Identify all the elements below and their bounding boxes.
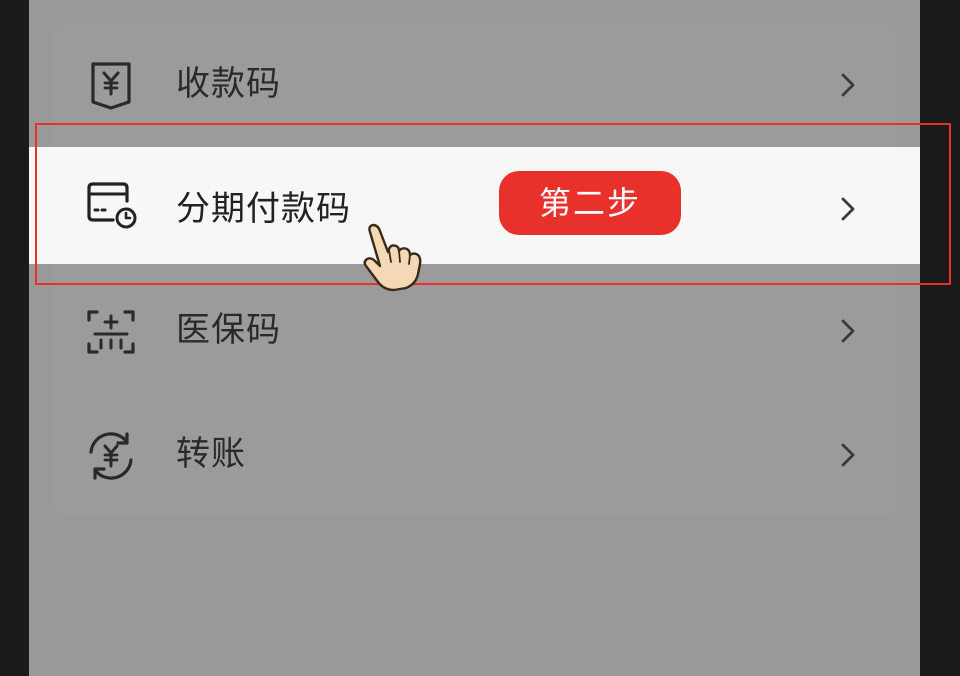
chevron-right-icon [837, 442, 859, 468]
chevron-right-icon [837, 318, 859, 344]
yuan-transfer-icon [83, 428, 139, 484]
menu-item-installment-code[interactable]: 分期付款码 第二步 [29, 147, 920, 264]
phone-screen: 收款码 分期付款码 第二步 医保码 转账 [29, 0, 920, 676]
menu-item-medical-insurance-code[interactable]: 医保码 [29, 270, 920, 392]
hand-pointer-icon [358, 222, 438, 294]
card-clock-icon [83, 177, 139, 233]
menu-item-receive-code[interactable]: 收款码 [29, 24, 920, 146]
menu-item-transfer[interactable]: 转账 [29, 394, 920, 516]
menu-item-label: 转账 [176, 434, 246, 474]
menu-item-label: 收款码 [176, 64, 281, 104]
medical-scan-icon [83, 304, 139, 360]
menu-item-label: 医保码 [176, 310, 281, 350]
chevron-right-icon [837, 72, 859, 98]
yuan-receipt-icon [83, 56, 139, 112]
menu-item-label: 分期付款码 [176, 189, 351, 229]
step-badge: 第二步 [499, 171, 681, 235]
chevron-right-icon [837, 196, 859, 222]
